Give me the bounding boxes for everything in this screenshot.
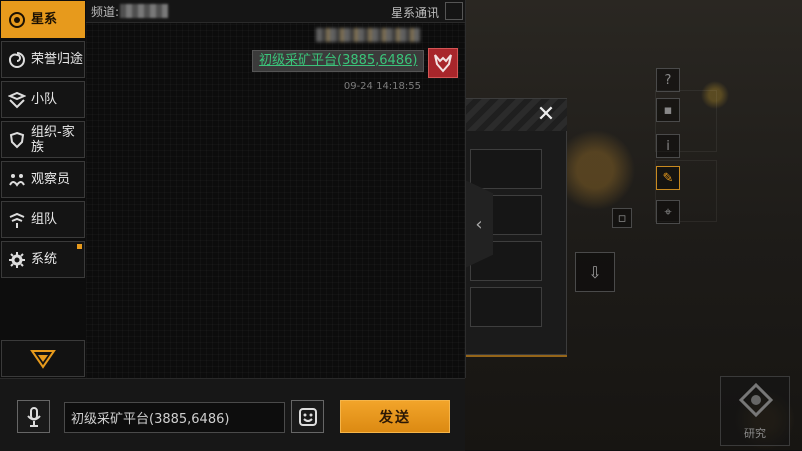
chat-sidebar: 星系 荣誉归途 小队 组织-家族 观察员 组队 系统: [0, 0, 87, 378]
chat-panel: 频道: 星系通讯 初级采矿平台(3885,6486) 09-24 14:18:5…: [86, 0, 466, 378]
help-icon[interactable]: ?: [656, 68, 680, 92]
panel-slot[interactable]: [470, 149, 542, 189]
chat-icon[interactable]: ▪: [656, 98, 680, 122]
tab-label: 荣誉归途: [31, 52, 84, 67]
research-label: 研究: [744, 427, 766, 440]
research-button[interactable]: 研究: [720, 376, 790, 446]
shield-icon: [8, 131, 26, 149]
tab-team-up[interactable]: 组队: [1, 201, 85, 238]
location-icon[interactable]: ⌖: [656, 200, 680, 224]
tab-galaxy[interactable]: 星系: [1, 1, 85, 38]
info-icon[interactable]: i: [656, 134, 680, 158]
tab-label: 小队: [31, 92, 58, 107]
send-button[interactable]: 发送: [340, 400, 450, 433]
target-icon[interactable]: ▫: [612, 208, 632, 228]
tab-observer[interactable]: 观察员: [1, 161, 85, 198]
tab-label: 系统: [31, 252, 58, 267]
microphone-icon: [26, 406, 41, 427]
close-icon[interactable]: ✕: [535, 104, 557, 126]
tab-system[interactable]: 系统: [1, 241, 85, 278]
gear-icon: [8, 251, 26, 269]
team-up-icon: [8, 211, 26, 229]
message-input[interactable]: [64, 402, 285, 433]
tab-squad[interactable]: 小队: [1, 81, 85, 118]
expand-sidebar-button[interactable]: [1, 340, 85, 377]
chat-header: 频道: 星系通讯: [86, 0, 465, 23]
chevron-left-icon: ‹: [475, 213, 483, 235]
collapse-panel-button[interactable]: ‹: [465, 180, 493, 268]
message-timestamp: 09-24 14:18:55: [343, 81, 421, 92]
chat-header-title: 星系通讯: [390, 6, 439, 20]
edit-icon[interactable]: ✎: [656, 166, 680, 190]
tab-label: 组织-家族: [31, 124, 75, 155]
squad-icon: [8, 91, 26, 109]
notification-dot: [77, 244, 82, 249]
voice-button[interactable]: [17, 400, 50, 433]
channel-name-redacted: [120, 4, 169, 18]
tab-label: 组队: [31, 212, 58, 227]
tab-label: 星系: [31, 12, 58, 27]
panel-slot[interactable]: [470, 287, 542, 327]
tab-label: 观察员: [31, 172, 71, 187]
triangle-down-icon: [30, 349, 56, 369]
observer-icon: [8, 171, 26, 189]
research-icon: [738, 382, 774, 418]
tab-organization-family[interactable]: 组织-家族: [1, 121, 85, 158]
download-icon[interactable]: ⇩: [575, 252, 615, 292]
sender-name-redacted: [316, 28, 420, 42]
galaxy-icon: [8, 11, 26, 29]
header-menu-icon[interactable]: [445, 2, 463, 20]
faction-emblem-icon[interactable]: [428, 48, 458, 78]
side-panel-accent: [465, 355, 567, 357]
smiley-icon: [298, 407, 317, 426]
emoji-button[interactable]: [291, 400, 324, 433]
chat-input-bar: 发送: [0, 378, 465, 451]
spiral-icon: [8, 51, 26, 69]
tab-honor-return[interactable]: 荣誉归途: [1, 41, 85, 78]
message-link[interactable]: 初级采矿平台(3885,6486): [252, 50, 425, 72]
channel-label: 频道:: [91, 4, 120, 19]
